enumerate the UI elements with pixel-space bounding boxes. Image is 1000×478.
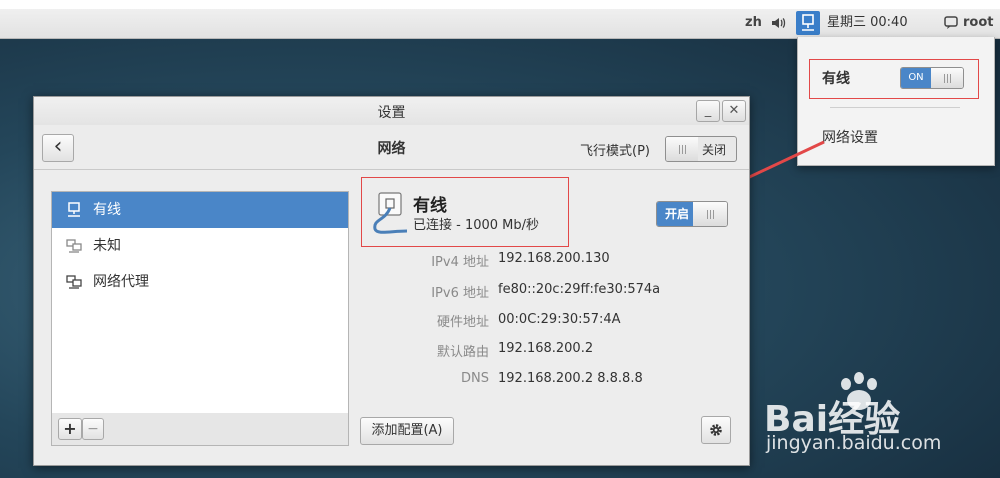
hardware-address-value: 00:0C:29:30:57:4A bbox=[498, 312, 621, 327]
add-profile-button[interactable]: 添加配置(A) bbox=[360, 417, 454, 445]
window-titlebar[interactable]: 设置 _ ✕ bbox=[34, 97, 749, 125]
add-connection-button[interactable]: + bbox=[58, 418, 82, 440]
dns-value: 192.168.200.2 8.8.8.8 bbox=[498, 371, 643, 386]
gear-icon bbox=[710, 424, 722, 436]
airplane-switch-label: 关闭 bbox=[702, 143, 727, 157]
ipv6-label: IPv6 地址 bbox=[431, 286, 489, 301]
wired-connection-switch[interactable]: 开启 bbox=[656, 201, 728, 227]
wired-switch-on-label: 开启 bbox=[657, 202, 697, 226]
connection-list: 有线 未知 网络代理 bbox=[51, 191, 349, 414]
switch-knob[interactable] bbox=[693, 202, 727, 226]
default-route-value: 192.168.200.2 bbox=[498, 341, 594, 356]
remove-connection-button[interactable]: − bbox=[82, 418, 104, 440]
unknown-network-icon bbox=[66, 239, 82, 253]
window-title: 设置 bbox=[377, 105, 406, 121]
proxy-icon bbox=[66, 275, 82, 289]
sidebar-item-label: 有线 bbox=[93, 202, 121, 218]
ethernet-cable-icon bbox=[373, 192, 408, 234]
switch-knob[interactable] bbox=[666, 137, 698, 161]
sidebar-toolbar: + − bbox=[51, 413, 349, 446]
sidebar-item-label: 未知 bbox=[93, 238, 121, 254]
header-bar: ‹ 网络 飞行模式(P) 关闭 bbox=[34, 125, 749, 170]
airplane-mode-label: 飞行模式(P) bbox=[580, 144, 650, 159]
minimize-button[interactable]: _ bbox=[696, 100, 720, 122]
sidebar-item-proxy[interactable]: 网络代理 bbox=[52, 264, 348, 300]
sidebar-item-unknown[interactable]: 未知 bbox=[52, 228, 348, 264]
settings-window: 设置 _ ✕ ‹ 网络 飞行模式(P) 关闭 有线 未知 网络代理 + − 有线… bbox=[33, 96, 750, 466]
airplane-mode-switch[interactable]: 关闭 bbox=[665, 136, 737, 162]
watermark-url: jingyan.baidu.com bbox=[766, 432, 942, 454]
connection-status: 已连接 - 1000 Mb/秒 bbox=[413, 218, 540, 233]
sidebar-item-wired[interactable]: 有线 bbox=[52, 192, 348, 228]
close-button[interactable]: ✕ bbox=[722, 100, 746, 122]
ipv4-value: 192.168.200.130 bbox=[498, 251, 610, 266]
connection-name: 有线 bbox=[413, 196, 447, 216]
wired-icon bbox=[68, 202, 80, 217]
ipv4-label: IPv4 地址 bbox=[431, 255, 489, 270]
sidebar-item-label: 网络代理 bbox=[93, 274, 149, 290]
ipv6-value: fe80::20c:29ff:fe30:574a bbox=[498, 282, 661, 297]
hardware-address-label: 硬件地址 bbox=[436, 315, 489, 330]
default-route-label: 默认路由 bbox=[436, 345, 489, 360]
connection-settings-button[interactable] bbox=[701, 416, 731, 444]
dns-label: DNS bbox=[461, 371, 489, 386]
